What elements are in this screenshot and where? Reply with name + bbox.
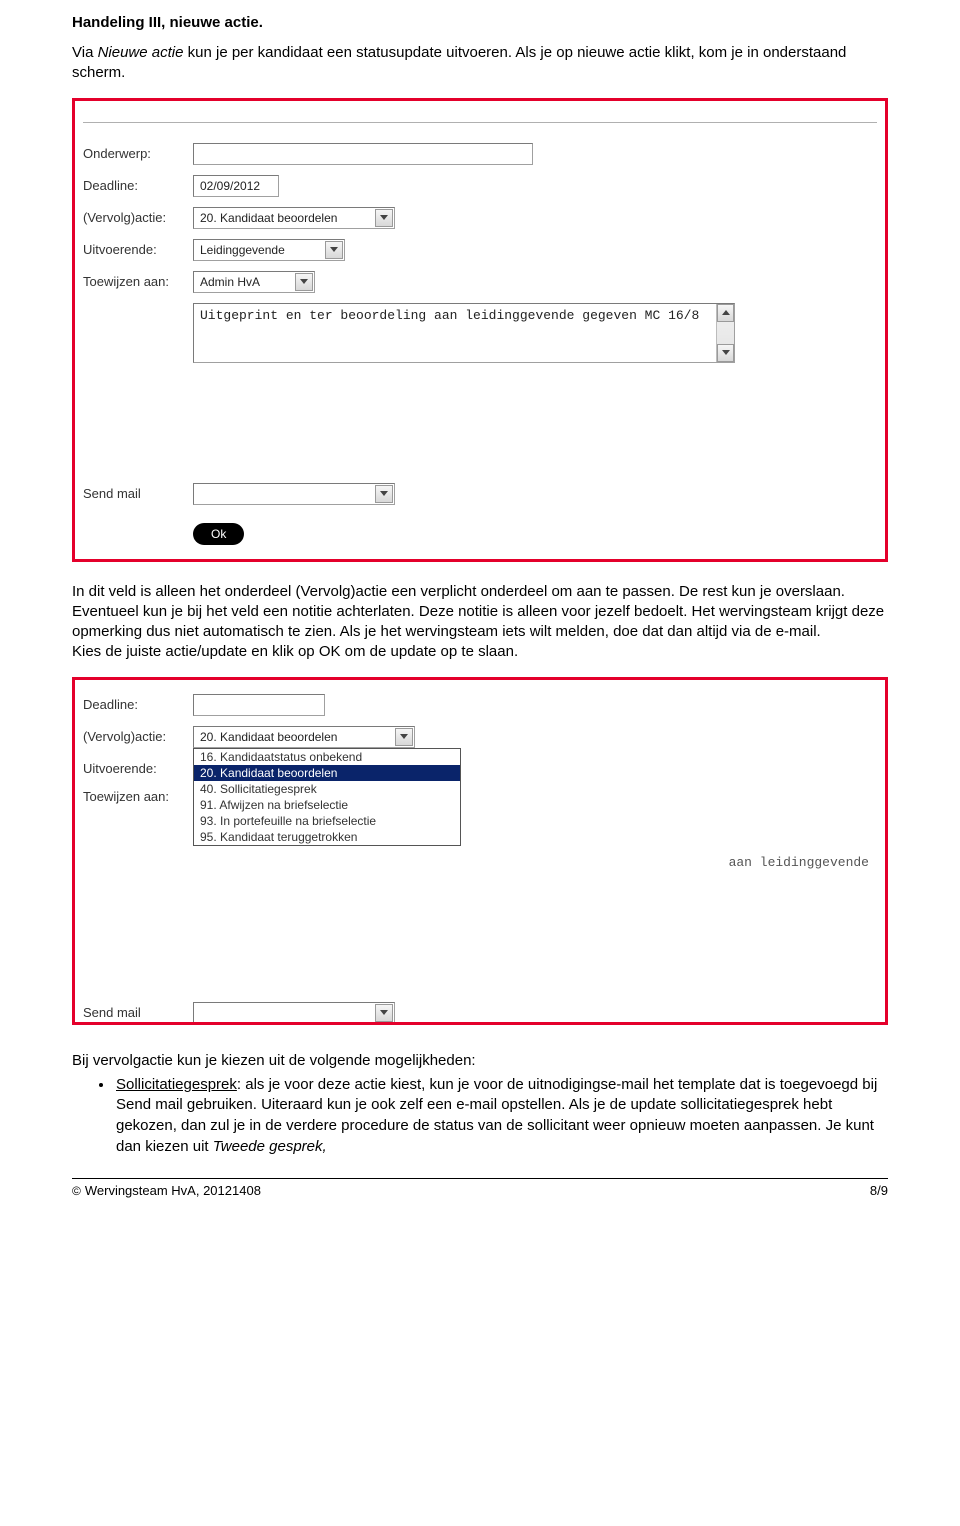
caret-down-icon	[330, 247, 338, 252]
screenshot-form-2: Deadline: (Vervolg)actie: 20. Kandidaat …	[72, 677, 888, 1025]
label-deadline: Deadline:	[83, 175, 193, 193]
sendmail-select-2[interactable]	[193, 1002, 395, 1024]
footer-left: © Wervingsteam HvA, 20121408	[72, 1183, 261, 1198]
label-toewijzen-2: Toewijzen aan:	[83, 786, 193, 804]
footer-page-number: 8/9	[870, 1183, 888, 1198]
dropdown-option[interactable]: 93. In portefeuille na briefselectie	[194, 813, 460, 829]
label-uitvoerende-2: Uitvoerende:	[83, 758, 193, 776]
dropdown-option[interactable]: 16. Kandidaatstatus onbekend	[194, 749, 460, 765]
caret-down-icon	[380, 491, 388, 496]
deadline-input-2[interactable]	[193, 694, 325, 716]
screenshot-form-1: Onderwerp: Deadline: (Vervolg)actie: 20.…	[72, 98, 888, 562]
bullet-tail-italic: Tweede gesprek,	[213, 1138, 327, 1155]
intro-text-nieuwe-actie: Nieuwe actie	[98, 44, 184, 61]
caret-down-icon	[300, 279, 308, 284]
label-vervolgactie: (Vervolg)actie:	[83, 207, 193, 225]
vervolgactie-select[interactable]: 20. Kandidaat beoordelen	[193, 207, 395, 229]
dropdown-button-icon[interactable]	[375, 485, 393, 503]
footer-rule	[72, 1178, 888, 1179]
label-notitie-blank	[83, 303, 193, 306]
dropdown-button-icon[interactable]	[375, 209, 393, 227]
dropdown-option[interactable]: 40. Sollicitatiegesprek	[194, 781, 460, 797]
ok-button[interactable]: Ok	[193, 523, 244, 545]
label-uitvoerende: Uitvoerende:	[83, 239, 193, 257]
caret-up-icon	[722, 310, 730, 315]
label-deadline-2: Deadline:	[83, 694, 193, 712]
notitie-text: Uitgeprint en ter beoordeling aan leidin…	[194, 304, 716, 362]
footer-left-text: Wervingsteam HvA, 20121408	[85, 1183, 261, 1198]
bullet-label: Sollicitatiegesprek	[116, 1076, 237, 1093]
sendmail-select[interactable]	[193, 483, 395, 505]
dropdown-button-icon[interactable]	[325, 241, 343, 259]
dropdown-option[interactable]: 91. Afwijzen na briefselectie	[194, 797, 460, 813]
toewijzen-select[interactable]: Admin HvA	[193, 271, 315, 293]
notitie-textarea[interactable]: Uitgeprint en ter beoordeling aan leidin…	[193, 303, 735, 363]
textarea-scrollbar[interactable]	[716, 304, 734, 362]
intro-text-a: Via	[72, 44, 98, 61]
label-sendmail: Send mail	[83, 483, 193, 501]
page-footer: © Wervingsteam HvA, 20121408 8/9	[72, 1183, 888, 1198]
dropdown-button-icon[interactable]	[295, 273, 313, 291]
uitvoerende-value: Leidinggevende	[194, 243, 324, 257]
dropdown-button-icon[interactable]	[395, 728, 413, 746]
onderwerp-input[interactable]	[193, 143, 533, 165]
toewijzen-value: Admin HvA	[194, 275, 294, 289]
section-heading: Handeling III, nieuwe actie.	[72, 14, 888, 31]
vervolgactie-value: 20. Kandidaat beoordelen	[194, 211, 374, 225]
bullet-sollicitatiegesprek: Sollicitatiegesprek: als je voor deze ac…	[114, 1075, 888, 1158]
label-onderwerp: Onderwerp:	[83, 143, 193, 161]
caret-down-icon	[722, 350, 730, 355]
label-toewijzen: Toewijzen aan:	[83, 271, 193, 289]
dropdown-button-icon[interactable]	[375, 1004, 393, 1022]
label-sendmail-2: Send mail	[83, 1002, 193, 1020]
vervolgactie-select-open[interactable]: 20. Kandidaat beoordelen	[193, 726, 415, 748]
bullet-lead: Bij vervolgactie kun je kiezen uit de vo…	[72, 1051, 888, 1071]
bullet-list: Sollicitatiegesprek: als je voor deze ac…	[72, 1075, 888, 1158]
deadline-input[interactable]	[193, 175, 279, 197]
caret-down-icon	[380, 215, 388, 220]
intro-text-c: kun je per kandidaat een statusupdate ui…	[72, 44, 846, 81]
dropdown-option[interactable]: 20. Kandidaat beoordelen	[194, 765, 460, 781]
dropdown-option[interactable]: 95. Kandidaat teruggetrokken	[194, 829, 460, 845]
vervolgactie-dropdown-list: 16. Kandidaatstatus onbekend20. Kandidaa…	[193, 748, 461, 846]
intro-paragraph: Via Nieuwe actie kun je per kandidaat ee…	[72, 43, 888, 84]
notitie-peek-text: aan leidinggevende	[729, 854, 869, 872]
scroll-down-icon[interactable]	[717, 344, 734, 362]
label-vervolgactie-2: (Vervolg)actie:	[83, 726, 193, 744]
caret-down-icon	[400, 734, 408, 739]
explanation-paragraph: In dit veld is alleen het onderdeel (Ver…	[72, 582, 888, 663]
caret-down-icon	[380, 1010, 388, 1015]
scroll-up-icon[interactable]	[717, 304, 734, 322]
uitvoerende-select[interactable]: Leidinggevende	[193, 239, 345, 261]
vervolgactie-value-2: 20. Kandidaat beoordelen	[194, 730, 394, 744]
copyright-icon: ©	[72, 1184, 81, 1198]
toolbar-strip	[83, 105, 877, 123]
